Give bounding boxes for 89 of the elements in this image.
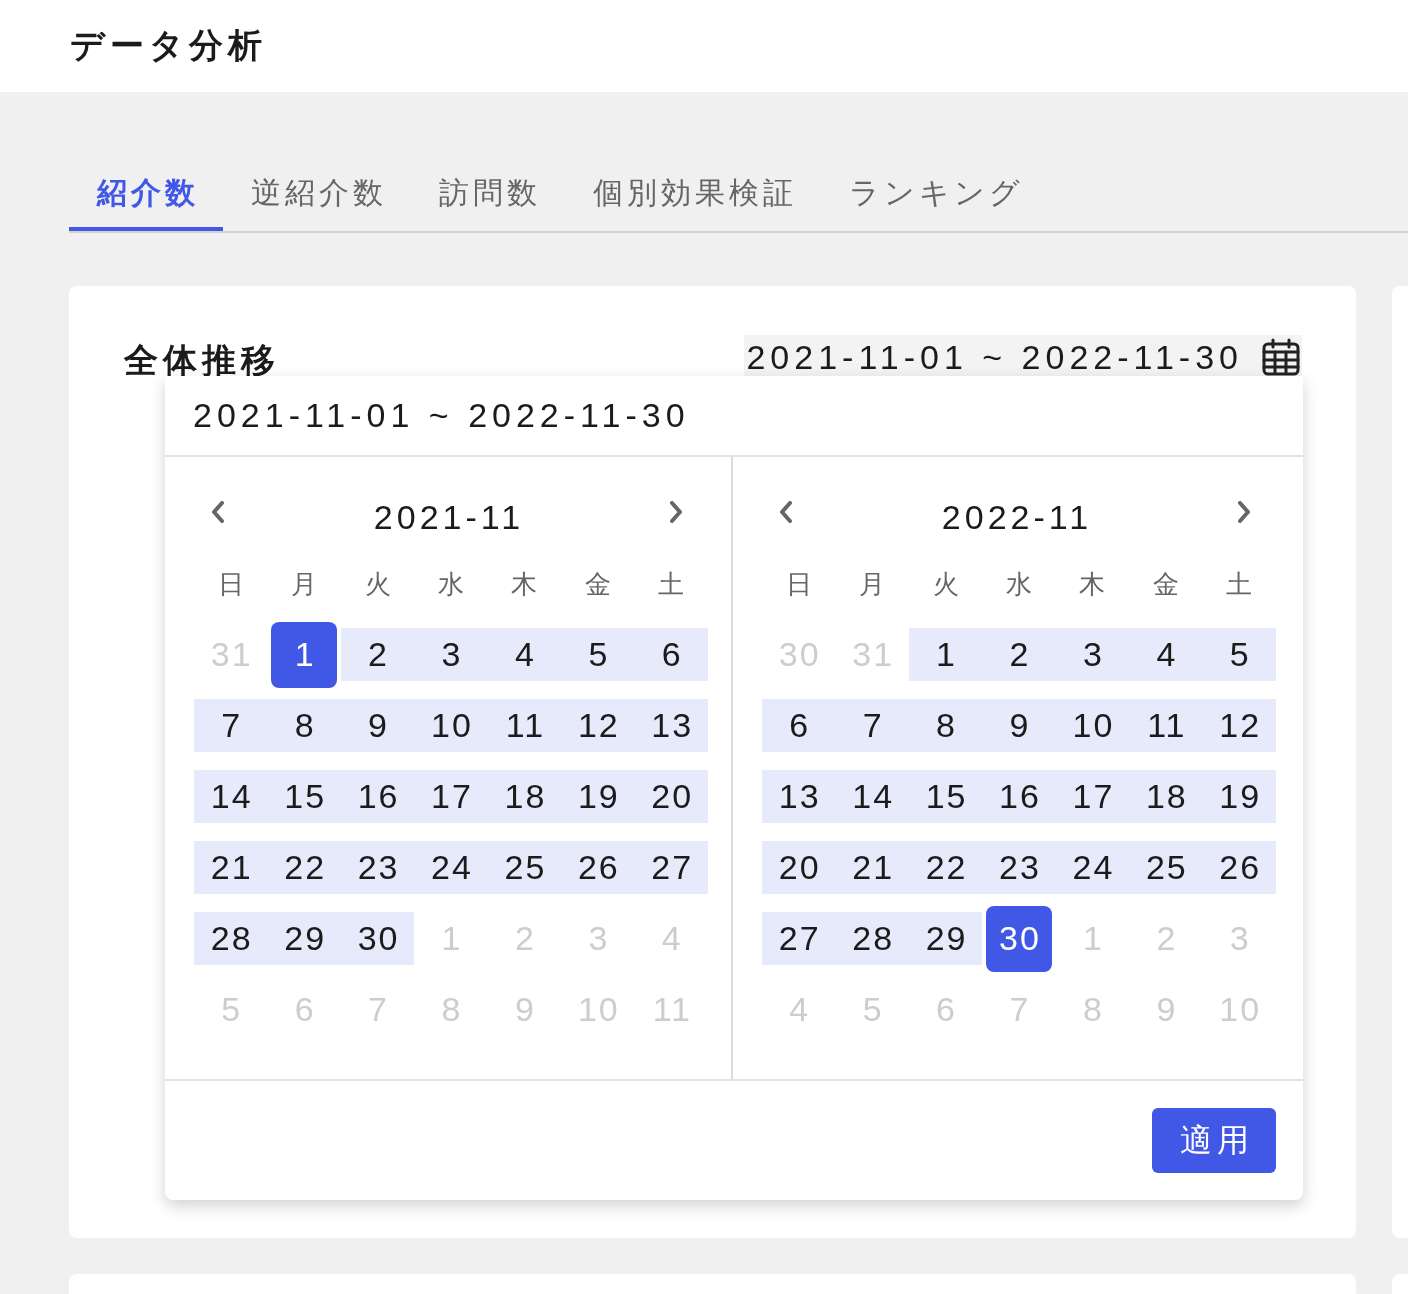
weekday-label: 土: [1226, 567, 1253, 601]
day-button[interactable]: 7: [835, 699, 909, 752]
day-button[interactable]: 23: [982, 841, 1056, 894]
weekday-label: 水: [1006, 567, 1032, 601]
day-button[interactable]: 3: [414, 628, 488, 681]
day-button[interactable]: 16: [982, 770, 1056, 823]
weekday-label: 月: [859, 567, 886, 601]
day-button[interactable]: 16: [340, 770, 415, 823]
day-button[interactable]: 10: [414, 699, 488, 752]
day-button[interactable]: 24: [1055, 841, 1130, 894]
day-button[interactable]: 19: [561, 770, 635, 823]
day-button[interactable]: 1: [271, 621, 338, 688]
day-button[interactable]: 18: [487, 770, 562, 823]
day-button[interactable]: 17: [414, 770, 488, 823]
day-button[interactable]: 12: [561, 699, 635, 752]
weekday-label: 日: [217, 567, 244, 601]
weekday-label: 木: [1079, 567, 1106, 601]
day-button[interactable]: 15: [267, 770, 341, 823]
day-button[interactable]: 4: [487, 628, 562, 681]
weekday-label: 日: [785, 567, 812, 601]
weekday-label: 金: [584, 567, 611, 601]
day-button[interactable]: 26: [1202, 841, 1276, 894]
day-button[interactable]: 23: [340, 841, 415, 894]
day-button[interactable]: 14: [194, 770, 268, 823]
day-button[interactable]: 27: [634, 841, 708, 894]
chevron-right-icon[interactable]: [1237, 501, 1251, 523]
day-button[interactable]: 20: [762, 841, 836, 894]
day-button[interactable]: 26: [561, 841, 635, 894]
day-button[interactable]: 1: [908, 628, 983, 681]
chevron-left-icon[interactable]: [211, 501, 225, 523]
day-button[interactable]: 6: [762, 699, 836, 752]
tab[interactable]: 訪問数: [411, 160, 565, 231]
day-button[interactable]: 24: [414, 841, 488, 894]
month-label: 2021-11: [372, 497, 525, 537]
day-button[interactable]: 14: [835, 770, 909, 823]
weekday-label: 月: [291, 567, 318, 601]
day-button[interactable]: 18: [1129, 770, 1203, 823]
chevron-left-icon[interactable]: [779, 501, 793, 523]
day-button[interactable]: 3: [1055, 628, 1130, 681]
tab[interactable]: 個別効果検証: [565, 160, 821, 231]
day-button[interactable]: 22: [267, 841, 341, 894]
day-button[interactable]: 8: [267, 699, 341, 752]
weekday-label: 火: [364, 567, 391, 601]
day-button[interactable]: 21: [194, 841, 268, 894]
tab[interactable]: ランキング: [821, 160, 1048, 231]
weekday-label: 水: [438, 567, 464, 601]
day-button[interactable]: 8: [908, 699, 983, 752]
day-button[interactable]: 13: [634, 699, 708, 752]
day-button[interactable]: 29: [908, 912, 983, 965]
day-button[interactable]: 11: [1129, 699, 1203, 752]
calendar-icon: [1262, 338, 1300, 376]
day-button[interactable]: 10: [1055, 699, 1130, 752]
day-button[interactable]: 27: [762, 912, 836, 965]
day-button[interactable]: 7: [194, 699, 268, 752]
day-button[interactable]: 28: [194, 912, 268, 965]
day-button[interactable]: 13: [762, 770, 836, 823]
day-button[interactable]: 11: [487, 699, 562, 752]
day-button[interactable]: 15: [908, 770, 983, 823]
day-button[interactable]: 20: [634, 770, 708, 823]
weekday-label: 木: [511, 567, 538, 601]
day-button[interactable]: 17: [1055, 770, 1130, 823]
day-button[interactable]: 5: [561, 628, 635, 681]
day-button[interactable]: 25: [1129, 841, 1203, 894]
day-button[interactable]: 22: [908, 841, 983, 894]
day-button[interactable]: 2: [340, 628, 415, 681]
tab[interactable]: 逆紹介数: [223, 160, 411, 231]
day-button[interactable]: 28: [835, 912, 909, 965]
day-button[interactable]: 12: [1202, 699, 1276, 752]
day-button[interactable]: 25: [487, 841, 562, 894]
page-title: データ分析: [70, 25, 267, 66]
day-button[interactable]: 2: [982, 628, 1056, 681]
day-button[interactable]: 5: [1202, 628, 1276, 681]
tab[interactable]: 紹介数: [69, 160, 223, 231]
day-button[interactable]: 30: [986, 905, 1052, 972]
month-label: 2022-11: [940, 497, 1093, 537]
day-button[interactable]: 21: [835, 841, 909, 894]
chevron-right-icon[interactable]: [669, 501, 683, 523]
day-button[interactable]: 29: [267, 912, 341, 965]
day-button[interactable]: 9: [982, 699, 1056, 752]
day-button[interactable]: 6: [634, 628, 708, 681]
weekday-label: 土: [658, 567, 685, 601]
day-button[interactable]: 4: [1129, 628, 1203, 681]
day-button[interactable]: 30: [340, 912, 415, 965]
weekday-label: 火: [932, 567, 959, 601]
day-button[interactable]: 19: [1202, 770, 1276, 823]
date-range-input[interactable]: 2021-11-01 ~ 2022-11-30: [165, 376, 1303, 457]
day-button[interactable]: 9: [340, 699, 415, 752]
apply-button[interactable]: 適用: [1152, 1108, 1276, 1173]
weekday-label: 金: [1152, 567, 1179, 601]
